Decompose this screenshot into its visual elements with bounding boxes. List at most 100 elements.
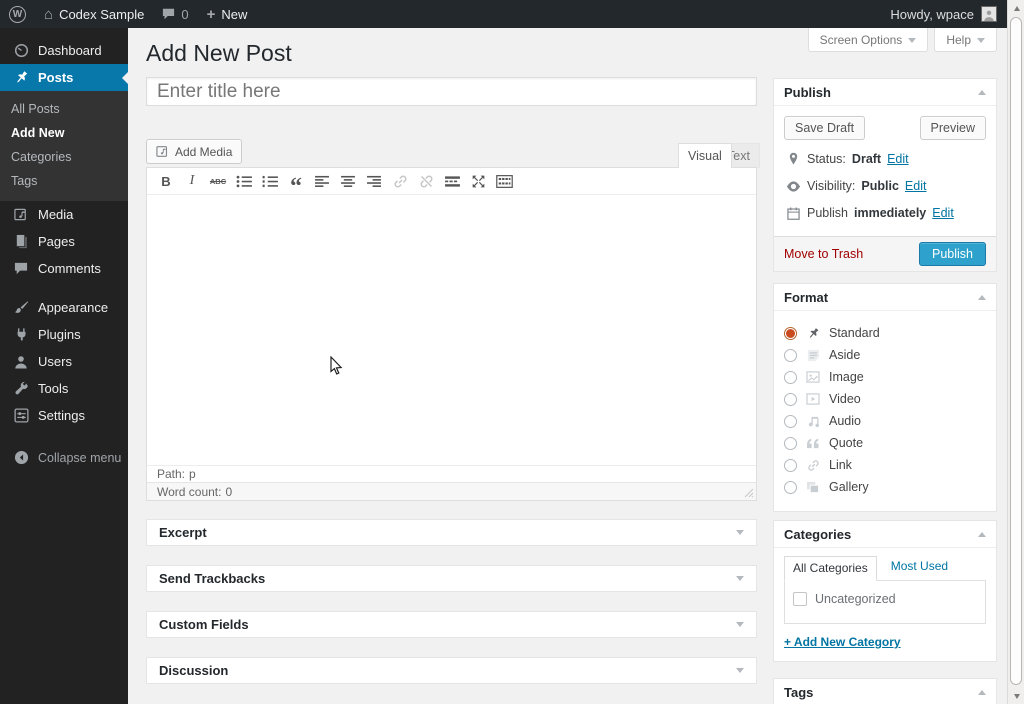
toggle-down-icon[interactable] — [736, 530, 744, 535]
toggle-down-icon[interactable] — [736, 622, 744, 627]
resize-grip-icon[interactable] — [744, 488, 754, 498]
toggle-up-icon[interactable] — [978, 689, 986, 695]
radio-quote[interactable] — [784, 436, 797, 450]
editor-content-area[interactable] — [147, 195, 756, 465]
submenu-categories[interactable]: Categories — [0, 145, 128, 169]
radio-aside[interactable] — [784, 348, 797, 362]
checkbox-uncategorized[interactable] — [793, 592, 807, 606]
sidebar-item-media[interactable]: Media — [0, 201, 128, 228]
more-tag-icon[interactable] — [441, 171, 463, 191]
format-option-video[interactable]: Video — [784, 388, 986, 410]
scrollbar-thumb[interactable] — [1010, 17, 1022, 685]
new-content-menu[interactable]: + New — [198, 0, 257, 28]
sidebar-item-dashboard[interactable]: Dashboard — [0, 37, 128, 64]
preview-button[interactable]: Preview — [919, 116, 986, 140]
strikethrough-icon[interactable]: ABC — [207, 171, 229, 191]
blockquote-icon[interactable]: “ — [285, 171, 307, 199]
align-center-icon[interactable] — [337, 171, 359, 191]
toggle-down-icon[interactable] — [736, 668, 744, 673]
post-title-input[interactable] — [146, 77, 757, 106]
format-option-label: Image — [829, 370, 864, 384]
add-new-category-link[interactable]: + Add New Category — [784, 635, 901, 649]
scroll-down-button[interactable] — [1009, 688, 1024, 704]
toggle-up-icon[interactable] — [978, 89, 986, 95]
howdy-account-link[interactable]: Howdy, wpace — [890, 7, 974, 22]
category-item-uncategorized[interactable]: Uncategorized — [793, 592, 977, 606]
tab-visual[interactable]: Visual — [678, 143, 732, 168]
panel-title: Custom Fields — [159, 617, 249, 632]
status-label: Status: — [807, 152, 846, 166]
edit-status-link[interactable]: Edit — [887, 152, 909, 166]
sidebar-item-settings[interactable]: Settings — [0, 402, 128, 429]
categories-box-header[interactable]: Categories — [774, 521, 996, 548]
format-option-quote[interactable]: Quote — [784, 432, 986, 454]
add-media-button[interactable]: Add Media — [146, 139, 243, 164]
fullscreen-icon[interactable] — [467, 171, 489, 191]
save-draft-button[interactable]: Save Draft — [784, 116, 866, 140]
publish-button[interactable]: Publish — [919, 242, 986, 266]
toggle-down-icon[interactable] — [736, 576, 744, 581]
help-button[interactable]: Help — [934, 28, 997, 52]
sidebar-item-users[interactable]: Users — [0, 348, 128, 375]
toggle-up-icon[interactable] — [978, 294, 986, 300]
sidebar-item-pages[interactable]: Pages — [0, 228, 128, 255]
radio-link[interactable] — [784, 458, 797, 472]
format-box-title: Format — [784, 289, 829, 305]
tab-most-used[interactable]: Most Used — [891, 559, 948, 580]
sidebar-item-comments[interactable]: Comments — [0, 255, 128, 282]
audio-icon — [805, 414, 821, 428]
format-option-aside[interactable]: Aside — [784, 344, 986, 366]
pages-icon — [13, 234, 29, 250]
format-option-standard[interactable]: Standard — [784, 322, 986, 344]
align-right-icon[interactable] — [363, 171, 385, 191]
format-option-audio[interactable]: Audio — [784, 410, 986, 432]
kitchen-sink-icon[interactable] — [493, 171, 515, 191]
panel-custom-fields[interactable]: Custom Fields — [146, 611, 757, 638]
site-name-link[interactable]: ⌂ Codex Sample — [35, 0, 153, 28]
radio-video[interactable] — [784, 392, 797, 406]
pushpin-icon — [13, 70, 29, 86]
edit-schedule-link[interactable]: Edit — [932, 206, 954, 220]
format-option-link[interactable]: Link — [784, 454, 986, 476]
panel-excerpt[interactable]: Excerpt — [146, 519, 757, 546]
sidebar-item-appearance[interactable]: Appearance — [0, 294, 128, 321]
sidebar-item-tools[interactable]: Tools — [0, 375, 128, 402]
scroll-up-button[interactable] — [1009, 0, 1024, 16]
panel-send-trackbacks[interactable]: Send Trackbacks — [146, 565, 757, 592]
unlink-icon[interactable] — [415, 171, 437, 191]
radio-audio[interactable] — [784, 414, 797, 428]
move-to-trash-link[interactable]: Move to Trash — [784, 247, 863, 261]
sidebar-item-label: Settings — [38, 408, 85, 423]
tags-box-header[interactable]: Tags — [774, 679, 996, 704]
submenu-tags[interactable]: Tags — [0, 169, 128, 193]
format-box-header[interactable]: Format — [774, 284, 996, 311]
publish-box-header[interactable]: Publish — [774, 79, 996, 106]
panel-title: Discussion — [159, 663, 229, 678]
italic-icon[interactable]: I — [181, 171, 203, 191]
avatar[interactable] — [981, 6, 997, 22]
submenu-all-posts[interactable]: All Posts — [0, 97, 128, 121]
toggle-up-icon[interactable] — [978, 531, 986, 537]
format-option-gallery[interactable]: Gallery — [784, 476, 986, 498]
radio-image[interactable] — [784, 370, 797, 384]
sidebar-item-posts[interactable]: Posts — [0, 64, 128, 91]
post-content-editor: B I ABC “ Path: p Word count: 0 — [146, 167, 757, 501]
sidebar-item-plugins[interactable]: Plugins — [0, 321, 128, 348]
bullet-list-icon[interactable] — [233, 171, 255, 191]
submenu-add-new[interactable]: Add New — [0, 121, 128, 145]
numbered-list-icon[interactable] — [259, 171, 281, 191]
panel-discussion[interactable]: Discussion — [146, 657, 757, 684]
tab-all-categories[interactable]: All Categories — [784, 556, 877, 581]
format-option-image[interactable]: Image — [784, 366, 986, 388]
radio-standard[interactable] — [784, 326, 797, 340]
wp-logo-menu[interactable]: W — [0, 0, 35, 28]
radio-gallery[interactable] — [784, 480, 797, 494]
vertical-scrollbar[interactable] — [1007, 0, 1024, 704]
bold-icon[interactable]: B — [155, 171, 177, 191]
comments-admin-link[interactable]: 0 — [153, 0, 197, 28]
screen-options-button[interactable]: Screen Options — [807, 28, 929, 52]
link-icon[interactable] — [389, 171, 411, 191]
align-left-icon[interactable] — [311, 171, 333, 191]
collapse-menu-button[interactable]: Collapse menu — [0, 444, 128, 471]
edit-visibility-link[interactable]: Edit — [905, 179, 927, 193]
